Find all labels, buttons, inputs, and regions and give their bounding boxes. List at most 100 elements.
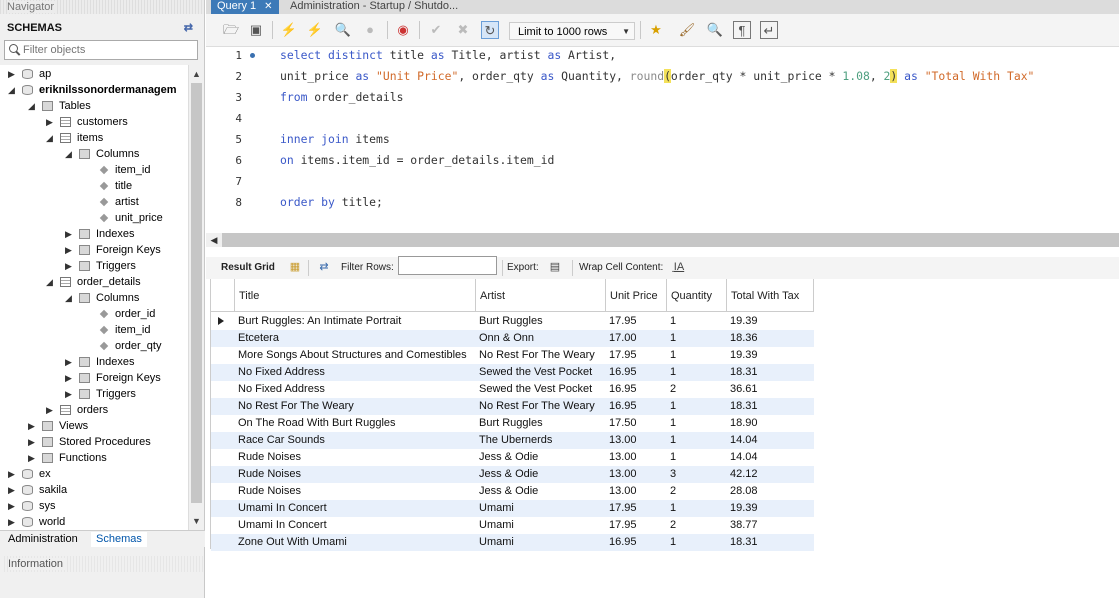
toggle-error-icon[interactable]: ◉: [394, 21, 412, 39]
table-cell[interactable]: 17.95: [606, 517, 667, 534]
table-cell[interactable]: 19.39: [727, 313, 814, 330]
tab-administration[interactable]: Administration: [3, 532, 83, 547]
table-cell[interactable]: 16.95: [606, 534, 667, 551]
expand-right-icon[interactable]: ▶: [65, 354, 75, 370]
code-line-3[interactable]: from order_details: [280, 87, 403, 108]
code-line-6[interactable]: on items.item_id = order_details.item_id: [280, 150, 554, 171]
close-icon[interactable]: ✕: [264, 1, 272, 12]
tree-item[interactable]: order_qty: [0, 338, 188, 354]
table-cell[interactable]: More Songs About Structures and Comestib…: [235, 347, 476, 364]
tab-query-1[interactable]: Query 1 ✕: [211, 0, 279, 14]
table-row[interactable]: On The Road With Burt Ruggles Burt Ruggle…: [211, 415, 814, 432]
tree-item[interactable]: ▶ Functions: [0, 450, 188, 466]
table-cell[interactable]: 18.36: [727, 330, 814, 347]
table-cell[interactable]: 14.04: [727, 432, 814, 449]
execute-current-icon[interactable]: ⚡: [306, 21, 324, 39]
tree-item[interactable]: ▶ customers: [0, 114, 188, 130]
table-cell[interactable]: 16.95: [606, 381, 667, 398]
table-cell[interactable]: Onn & Onn: [476, 330, 606, 347]
expand-right-icon[interactable]: ▶: [65, 242, 75, 258]
table-cell[interactable]: 1: [667, 398, 727, 415]
tree-scrollbar[interactable]: ▲ ▼: [188, 65, 203, 530]
tree-item[interactable]: ▶ Triggers: [0, 258, 188, 274]
filter-objects-input[interactable]: [23, 42, 195, 58]
table-cell[interactable]: 14.04: [727, 449, 814, 466]
column-header-total-with-tax[interactable]: Total With Tax: [727, 279, 814, 312]
table-cell[interactable]: Rude Noises: [235, 449, 476, 466]
expand-right-icon[interactable]: ▶: [65, 258, 75, 274]
table-cell[interactable]: No Rest For The Weary: [476, 398, 606, 415]
table-cell[interactable]: 13.00: [606, 449, 667, 466]
table-cell[interactable]: 1: [667, 500, 727, 517]
table-cell[interactable]: Burt Ruggles: [476, 415, 606, 432]
table-cell[interactable]: Umami: [476, 500, 606, 517]
table-cell[interactable]: 19.39: [727, 347, 814, 364]
commit-icon[interactable]: ✔: [427, 21, 445, 39]
tree-item[interactable]: ▶ sys: [0, 498, 188, 514]
table-row[interactable]: No Rest For The Weary No Rest For The Wea…: [211, 398, 814, 415]
table-cell[interactable]: 16.95: [606, 364, 667, 381]
table-cell[interactable]: 2: [667, 517, 727, 534]
table-cell[interactable]: 42.12: [727, 466, 814, 483]
table-cell[interactable]: 1: [667, 534, 727, 551]
table-cell[interactable]: Burt Ruggles: An Intimate Portrait: [235, 313, 476, 330]
table-row[interactable]: More Songs About Structures and Comestib…: [211, 347, 814, 364]
table-cell[interactable]: 1: [667, 347, 727, 364]
table-cell[interactable]: Sewed the Vest Pocket: [476, 381, 606, 398]
table-cell[interactable]: Race Car Sounds: [235, 432, 476, 449]
table-cell[interactable]: 36.61: [727, 381, 814, 398]
invisible-chars-icon[interactable]: ¶: [733, 21, 751, 39]
table-cell[interactable]: No Rest For The Weary: [476, 347, 606, 364]
beautify-icon[interactable]: 🖌: [678, 21, 696, 39]
table-cell[interactable]: 3: [667, 466, 727, 483]
tree-item[interactable]: ▶ Triggers: [0, 386, 188, 402]
expand-down-icon[interactable]: ◢: [46, 130, 56, 146]
code-line-8[interactable]: order by title;: [280, 192, 383, 213]
table-cell[interactable]: Umami In Concert: [235, 517, 476, 534]
tab-administration-startup[interactable]: Administration - Startup / Shutdo...: [284, 0, 464, 14]
tree-item[interactable]: title: [0, 178, 188, 194]
tree-item[interactable]: ▶ world: [0, 514, 188, 530]
tree-item[interactable]: ▶ Foreign Keys: [0, 370, 188, 386]
expand-down-icon[interactable]: ◢: [65, 146, 75, 162]
expand-right-icon[interactable]: ▶: [65, 370, 75, 386]
table-cell[interactable]: 28.08: [727, 483, 814, 500]
table-cell[interactable]: 1: [667, 432, 727, 449]
stop-icon[interactable]: ●: [361, 21, 379, 39]
expand-down-icon[interactable]: ◢: [28, 98, 38, 114]
tree-item[interactable]: order_id: [0, 306, 188, 322]
editor-horizontal-scrollbar[interactable]: ◀: [206, 233, 1119, 247]
tree-item[interactable]: ▶ ex: [0, 466, 188, 482]
table-cell[interactable]: 13.00: [606, 432, 667, 449]
tree-item[interactable]: ◢ order_details: [0, 274, 188, 290]
tree-item[interactable]: ▶ ap: [0, 66, 188, 82]
expand-down-icon[interactable]: ◢: [65, 290, 75, 306]
expand-right-icon[interactable]: ▶: [65, 386, 75, 402]
expand-right-icon[interactable]: ▶: [8, 514, 18, 530]
table-cell[interactable]: 1: [667, 330, 727, 347]
tree-item[interactable]: ▶ Foreign Keys: [0, 242, 188, 258]
table-cell[interactable]: The Ubernerds: [476, 432, 606, 449]
export-icon[interactable]: ▤: [548, 260, 562, 274]
table-cell[interactable]: Umami In Concert: [235, 500, 476, 517]
table-row[interactable]: Race Car Sounds The Ubernerds 13.00 1 14.04: [211, 432, 814, 449]
table-cell[interactable]: 17.50: [606, 415, 667, 432]
execute-icon[interactable]: ⚡: [280, 21, 298, 39]
table-cell[interactable]: 19.39: [727, 500, 814, 517]
table-row[interactable]: No Fixed Address Sewed the Vest Pocket 16.…: [211, 364, 814, 381]
tree-item[interactable]: ◢ Columns: [0, 290, 188, 306]
table-cell[interactable]: 2: [667, 483, 727, 500]
table-cell[interactable]: Sewed the Vest Pocket: [476, 364, 606, 381]
table-cell[interactable]: Umami: [476, 534, 606, 551]
table-cell[interactable]: 17.95: [606, 313, 667, 330]
table-cell[interactable]: 18.90: [727, 415, 814, 432]
table-cell[interactable]: Etcetera: [235, 330, 476, 347]
scroll-up-icon[interactable]: ▲: [189, 67, 204, 81]
refresh-schemas-icon[interactable]: ⇄: [184, 18, 193, 38]
result-grid-tab[interactable]: Result Grid: [221, 261, 275, 275]
table-row[interactable]: Rude Noises Jess & Odie 13.00 2 28.08: [211, 483, 814, 500]
expand-right-icon[interactable]: ▶: [8, 482, 18, 498]
table-cell[interactable]: 16.95: [606, 398, 667, 415]
filter-rows-input[interactable]: [398, 256, 497, 275]
refresh-icon[interactable]: ⇄: [317, 260, 331, 274]
